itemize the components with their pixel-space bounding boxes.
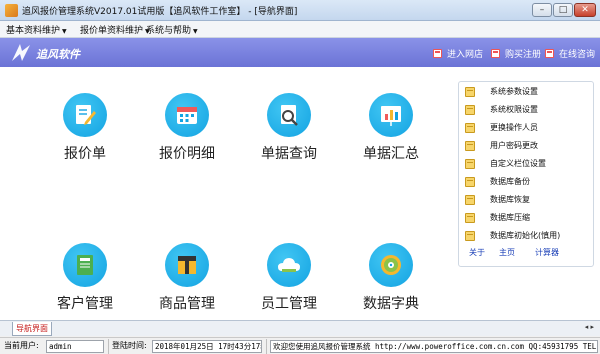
tab-scroll-arrows-icon[interactable]: ◂ ▸ — [585, 323, 594, 331]
magnifier-doc-icon — [267, 93, 311, 137]
side-item-label: 自定义栏位设置 — [490, 159, 546, 168]
side-item-db-compress[interactable]: 数据库压缩 — [465, 211, 589, 227]
link-label: 进入网店 — [447, 50, 484, 60]
tile-label: 报价单 — [64, 146, 106, 162]
side-item-label: 数据库初始化(慎用) — [490, 231, 561, 240]
side-item-change-password[interactable]: 用户密码更改 — [465, 139, 589, 155]
bar-chart-icon — [369, 93, 413, 137]
window-title: 追风报价管理系统V2017.01试用版【追风软件工作室】 - [导航界面] — [22, 7, 298, 17]
folder-icon — [465, 141, 475, 151]
side-item-switch-operator[interactable]: 更换操作人员 — [465, 121, 589, 137]
menu-quote-data[interactable]: 报价单资料维护 ▼ — [80, 23, 150, 36]
status-divider — [108, 339, 109, 354]
pencil-doc-icon — [63, 93, 107, 137]
tile-document-query[interactable]: 单据查询 — [232, 93, 342, 193]
link-purchase-register[interactable]: 购买注册 — [491, 47, 541, 60]
side-item-label: 更换操作人员 — [490, 123, 538, 132]
side-item-label: 数据库备份 — [490, 177, 530, 186]
app-icon — [5, 4, 18, 17]
chevron-down-icon: ▼ — [62, 28, 67, 35]
link-label: 在线咨询 — [559, 50, 596, 60]
folder-icon — [465, 105, 475, 115]
tile-label: 单据汇总 — [363, 146, 419, 162]
register-icon — [491, 49, 500, 58]
calendar-icon — [165, 93, 209, 137]
side-item-permissions[interactable]: 系统权限设置 — [465, 103, 589, 119]
menu-label: 系统与帮助 — [146, 26, 192, 36]
side-item-custom-columns[interactable]: 自定义栏位设置 — [465, 157, 589, 173]
side-item-db-init[interactable]: 数据库初始化(慎用) — [465, 229, 589, 245]
status-bar: 当前用户: admin 登陆时间: 2018年01月25日 17时43分17秒 … — [0, 337, 600, 354]
side-item-label: 数据库压缩 — [490, 213, 530, 222]
side-item-label: 系统权限设置 — [490, 105, 538, 114]
address-book-icon — [63, 243, 107, 287]
link-calculator[interactable]: 计算器 — [535, 247, 559, 258]
logo-icon — [12, 44, 30, 61]
folder-icon — [465, 87, 475, 97]
menu-system-help[interactable]: 系统与帮助 ▼ — [146, 23, 198, 36]
header-banner: 追风软件 进入网店 购买注册 在线咨询 — [0, 38, 600, 67]
folder-icon — [465, 159, 475, 169]
shop-icon — [433, 49, 442, 58]
tile-label: 数据字典 — [363, 296, 419, 312]
maximize-button[interactable]: □ — [553, 3, 573, 17]
tile-label: 报价明细 — [159, 146, 215, 162]
minimize-button[interactable]: – — [532, 3, 552, 17]
side-item-label: 用户密码更改 — [490, 141, 538, 150]
menu-label: 基本资料维护 — [6, 26, 61, 36]
side-item-db-backup[interactable]: 数据库备份 — [465, 175, 589, 191]
folder-icon — [465, 195, 475, 205]
disc-icon — [369, 243, 413, 287]
status-user-value: admin — [46, 340, 104, 353]
tile-label: 商品管理 — [159, 296, 215, 312]
tab-navigation[interactable]: 导航界面 — [12, 322, 52, 336]
side-item-label: 数据库恢复 — [490, 195, 530, 204]
side-item-db-restore[interactable]: 数据库恢复 — [465, 193, 589, 209]
box-icon — [165, 243, 209, 287]
tile-quote-details[interactable]: 报价明细 — [130, 93, 240, 193]
link-label: 购买注册 — [505, 50, 542, 60]
link-online-consult[interactable]: 在线咨询 — [545, 47, 595, 60]
cloud-icon — [267, 243, 311, 287]
title-bar: 追风报价管理系统V2017.01试用版【追风软件工作室】 - [导航界面] – … — [0, 0, 600, 21]
side-item-system-params[interactable]: 系统参数设置 — [465, 85, 589, 101]
link-homepage[interactable]: 主页 — [499, 247, 515, 258]
close-button[interactable]: ✕ — [574, 3, 596, 17]
system-settings-panel: 系统参数设置 系统权限设置 更换操作人员 用户密码更改 自定义栏位设置 数据库备… — [458, 81, 594, 267]
menu-bar: 基本资料维护 ▼ 报价单资料维护 ▼ 系统与帮助 ▼ — [0, 21, 600, 38]
folder-icon — [465, 123, 475, 133]
navigation-panel: 报价单 报价明细 单据查询 单据汇总 客户管理 商品管理 员工管理 数据字典 系… — [0, 67, 600, 320]
status-user-label: 当前用户: — [4, 341, 39, 350]
folder-icon — [465, 213, 475, 223]
status-login-label: 登陆时间: — [112, 341, 147, 350]
status-message: 欢迎您使用追风报价管理系统 http://www.poweroffice.com… — [270, 340, 598, 353]
logo-text: 追风软件 — [36, 48, 80, 61]
folder-icon — [465, 231, 475, 241]
status-divider — [266, 339, 267, 354]
folder-icon — [465, 177, 475, 187]
consult-icon — [545, 49, 554, 58]
side-item-label: 系统参数设置 — [490, 87, 538, 96]
chevron-down-icon: ▼ — [193, 28, 198, 35]
tile-document-summary[interactable]: 单据汇总 — [334, 93, 444, 193]
link-about[interactable]: 关于 — [469, 247, 485, 258]
menu-basic-data[interactable]: 基本资料维护 ▼ — [6, 23, 67, 36]
tile-label: 单据查询 — [261, 146, 317, 162]
link-online-shop[interactable]: 进入网店 — [433, 47, 483, 60]
tile-label: 员工管理 — [261, 296, 317, 312]
tile-quote[interactable]: 报价单 — [28, 93, 138, 193]
tile-label: 客户管理 — [57, 296, 113, 312]
status-login-value: 2018年01月25日 17时43分17秒 — [152, 340, 262, 353]
menu-label: 报价单资料维护 — [80, 26, 144, 36]
tab-strip: 导航界面 ◂ ▸ — [0, 320, 600, 336]
